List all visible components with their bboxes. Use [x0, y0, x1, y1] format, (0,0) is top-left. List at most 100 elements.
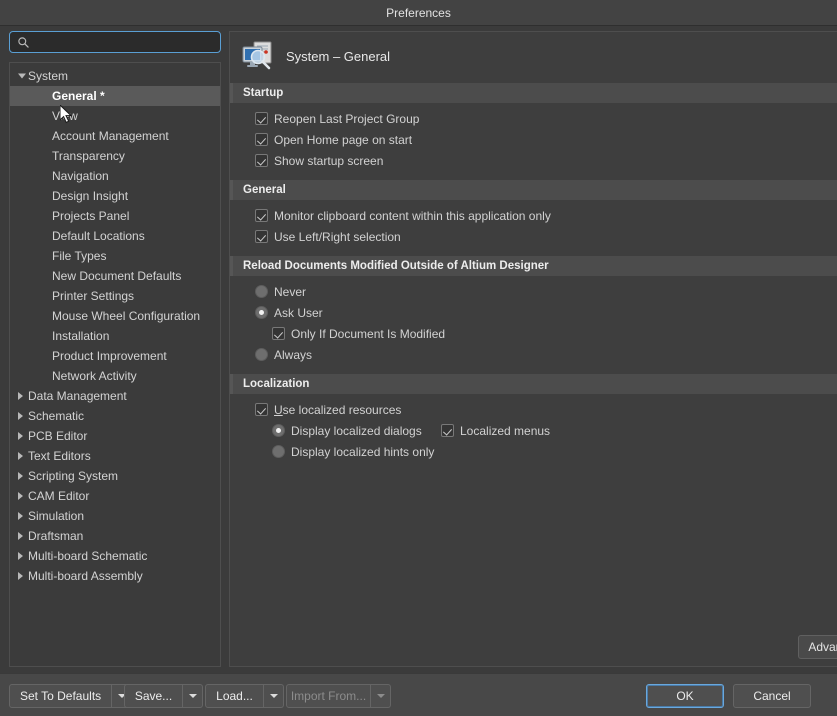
sidebar-item-draftsman[interactable]: Draftsman — [10, 526, 220, 546]
chevron-right-icon[interactable] — [18, 392, 23, 400]
chevron-right-icon[interactable] — [18, 552, 23, 560]
advanced-button[interactable]: Advanced — [798, 635, 837, 659]
load-dropdown-icon[interactable] — [264, 684, 284, 708]
sidebar-item-label: Installation — [52, 329, 110, 343]
sidebar-item-label: CAM Editor — [28, 489, 90, 503]
sidebar-item-scripting-system[interactable]: Scripting System — [10, 466, 220, 486]
sidebar-item-account-management[interactable]: Account Management — [10, 126, 220, 146]
save-dropdown-icon[interactable] — [183, 684, 203, 708]
sidebar-item-simulation[interactable]: Simulation — [10, 506, 220, 526]
radio-display-localized-hints-only[interactable] — [272, 445, 285, 458]
option-row[interactable]: Open Home page on start — [230, 129, 837, 150]
title-bar: Preferences — [0, 0, 837, 26]
chevron-right-icon[interactable] — [18, 452, 23, 460]
sidebar-item-pcb-editor[interactable]: PCB Editor — [10, 426, 220, 446]
checkbox-label: Only If Document Is Modified — [291, 326, 446, 341]
sidebar-item-transparency[interactable]: Transparency — [10, 146, 220, 166]
sidebar-item-navigation[interactable]: Navigation — [10, 166, 220, 186]
sidebar-item-system[interactable]: System — [10, 66, 220, 86]
option-row[interactable]: Monitor clipboard content within this ap… — [230, 205, 837, 226]
startup-options: Reopen Last Project Group Open Home page… — [230, 103, 837, 177]
checkbox-label: Use Left/Right selection — [274, 229, 401, 244]
chevron-right-icon[interactable] — [18, 432, 23, 440]
sidebar-item-mouse-wheel-configuration[interactable]: Mouse Wheel Configuration — [10, 306, 220, 326]
checkbox-only-if-document-is-modified[interactable] — [272, 327, 285, 340]
radio-never[interactable] — [255, 285, 268, 298]
sidebar-item-cam-editor[interactable]: CAM Editor — [10, 486, 220, 506]
sidebar-item-view[interactable]: View — [10, 106, 220, 126]
import-from-dropdown-icon[interactable] — [371, 684, 391, 708]
sidebar-item-default-locations[interactable]: Default Locations — [10, 226, 220, 246]
chevron-right-icon[interactable] — [18, 532, 23, 540]
option-row[interactable]: Reopen Last Project Group — [230, 108, 837, 129]
sidebar-item-label: Multi-board Assembly — [28, 569, 143, 583]
sidebar-item-projects-panel[interactable]: Projects Panel — [10, 206, 220, 226]
sidebar-item-label: Text Editors — [28, 449, 91, 463]
chevron-right-icon[interactable] — [18, 472, 23, 480]
option-row[interactable]: Use Left/Right selection — [230, 226, 837, 247]
sidebar-item-label: Simulation — [28, 509, 85, 523]
option-row[interactable]: Display localized dialogs Localized menu… — [230, 420, 837, 441]
import-from-button[interactable]: Import From... — [286, 684, 371, 708]
sidebar-item-new-document-defaults[interactable]: New Document Defaults — [10, 266, 220, 286]
load-group[interactable]: Load... — [205, 684, 284, 708]
chevron-right-icon[interactable] — [18, 512, 23, 520]
import-from-group[interactable]: Import From... — [286, 684, 391, 708]
page-title: System – General — [286, 48, 391, 64]
radio-always[interactable] — [255, 348, 268, 361]
checkbox-label: Monitor clipboard content within this ap… — [274, 208, 551, 223]
radio-display-localized-dialogs[interactable] — [272, 424, 285, 437]
sidebar-item-label: View — [52, 109, 78, 123]
ok-button[interactable]: OK — [646, 684, 724, 708]
radio-ask-user[interactable] — [255, 306, 268, 319]
preferences-dialog: Preferences System General * View Account M… — [0, 0, 837, 716]
checkbox-localized-menus[interactable] — [441, 424, 454, 437]
option-row[interactable]: Never — [230, 281, 837, 302]
checkbox-open-home-page-on-start[interactable] — [255, 133, 268, 146]
set-to-defaults-group[interactable]: Set To Defaults — [9, 684, 133, 708]
option-row[interactable]: Show startup screen — [230, 150, 837, 171]
chevron-right-icon[interactable] — [18, 412, 23, 420]
cancel-button[interactable]: Cancel — [733, 684, 811, 708]
sidebar-item-printer-settings[interactable]: Printer Settings — [10, 286, 220, 306]
checkbox-monitor-clipboard[interactable] — [255, 209, 268, 222]
save-button[interactable]: Save... — [124, 684, 183, 708]
set-to-defaults-button[interactable]: Set To Defaults — [9, 684, 113, 708]
reload-options: Never Ask User Only If Document Is Modif… — [230, 276, 837, 371]
option-row[interactable]: Use localized resources — [230, 399, 837, 420]
sidebar-item-label: System — [28, 69, 69, 83]
sidebar-item-network-activity[interactable]: Network Activity — [10, 366, 220, 386]
checkbox-use-localized-resources[interactable] — [255, 403, 268, 416]
sidebar-item-schematic[interactable]: Schematic — [10, 406, 220, 426]
sidebar-item-label: Schematic — [28, 409, 85, 423]
sidebar-item-file-types[interactable]: File Types — [10, 246, 220, 266]
sidebar-item-design-insight[interactable]: Design Insight — [10, 186, 220, 206]
radio-label: Always — [274, 347, 313, 362]
sidebar-item-general[interactable]: General * — [10, 86, 220, 106]
sidebar-item-multi-board-schematic[interactable]: Multi-board Schematic — [10, 546, 220, 566]
checkbox-reopen-last-project-group[interactable] — [255, 112, 268, 125]
option-row[interactable]: Ask User — [230, 302, 837, 323]
search-box[interactable] — [9, 31, 221, 53]
sidebar-item-text-editors[interactable]: Text Editors — [10, 446, 220, 466]
sidebar-item-product-improvement[interactable]: Product Improvement — [10, 346, 220, 366]
preferences-tree[interactable]: System General * View Account Management Tra… — [9, 62, 221, 667]
chevron-right-icon[interactable] — [18, 492, 23, 500]
option-row[interactable]: Only If Document Is Modified — [230, 323, 837, 344]
sidebar: System General * View Account Management Tra… — [9, 31, 221, 667]
sidebar-item-data-management[interactable]: Data Management — [10, 386, 220, 406]
checkbox-use-left-right-selection[interactable] — [255, 230, 268, 243]
chevron-right-icon[interactable] — [18, 572, 23, 580]
save-group[interactable]: Save... — [124, 684, 203, 708]
section-header-general: General — [230, 180, 837, 200]
sidebar-item-installation[interactable]: Installation — [10, 326, 220, 346]
checkbox-show-startup-screen[interactable] — [255, 154, 268, 167]
option-row[interactable]: Always — [230, 344, 837, 365]
search-input[interactable] — [34, 32, 218, 52]
sidebar-item-multi-board-assembly[interactable]: Multi-board Assembly — [10, 566, 220, 586]
content-panel: System – General Startup Reopen Last Pro… — [229, 31, 837, 667]
option-row[interactable]: Display localized hints only — [230, 441, 837, 462]
section-header-reload-documents: Reload Documents Modified Outside of Alt… — [230, 256, 837, 276]
chevron-down-icon[interactable] — [18, 73, 26, 79]
load-button[interactable]: Load... — [205, 684, 264, 708]
